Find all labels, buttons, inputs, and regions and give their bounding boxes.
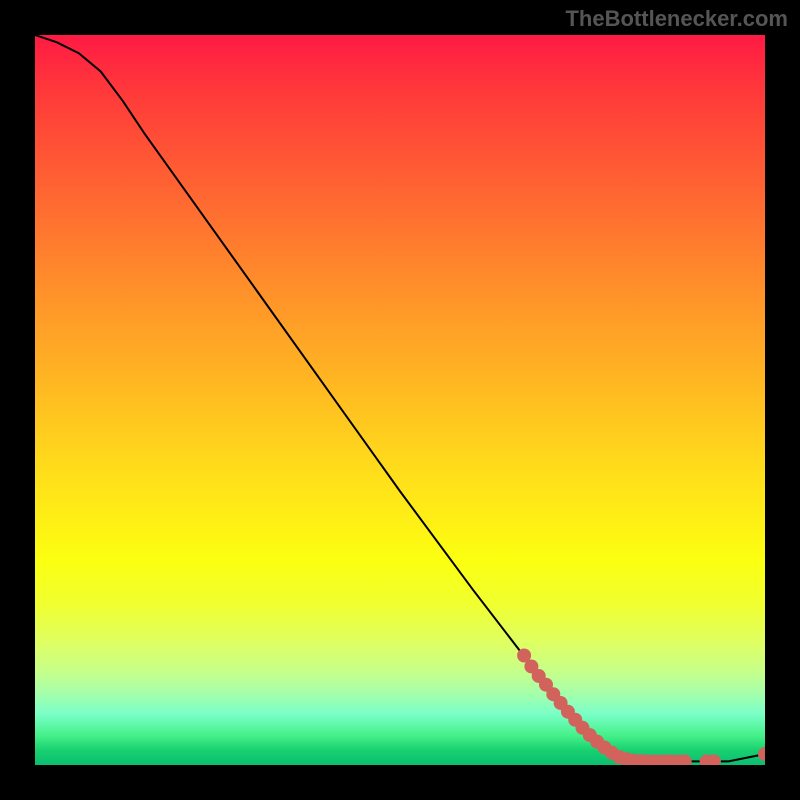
chart-svg [35,35,765,765]
scatter-points-group [517,649,765,766]
chart-container: TheBottlenecker.com [0,0,800,800]
plot-area [35,35,765,765]
bottleneck-curve-line [35,35,765,761]
attribution-watermark: TheBottlenecker.com [565,6,788,32]
scatter-point [758,747,765,761]
